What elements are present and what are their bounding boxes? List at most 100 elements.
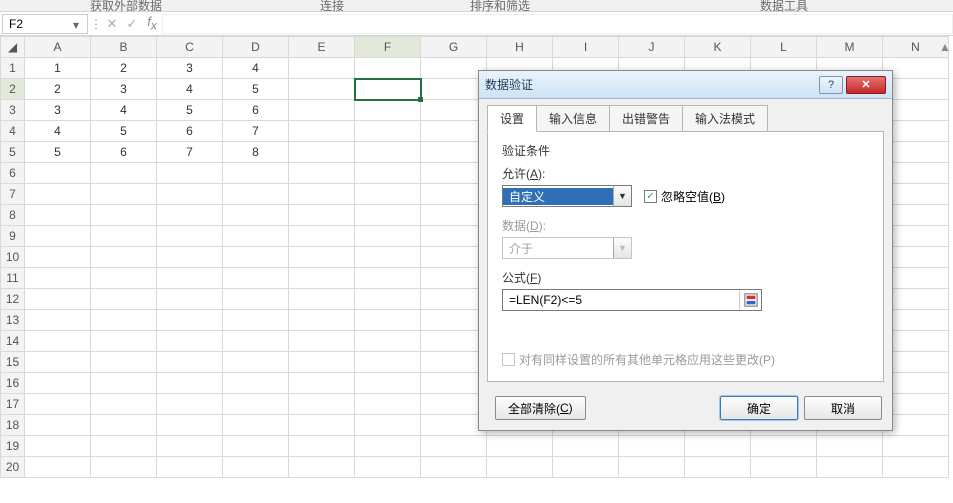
cell[interactable]: 4 [91,100,157,121]
row-header[interactable]: 12 [1,289,25,310]
cell[interactable]: 5 [157,100,223,121]
cell[interactable]: 6 [223,100,289,121]
help-button[interactable]: ? [819,76,843,94]
col-header[interactable]: H [487,37,553,58]
dialog-button-row: 全部清除(C) 确定 取消 [479,390,892,430]
cell[interactable]: 6 [157,121,223,142]
cell[interactable]: 1 [25,58,91,79]
tab-settings[interactable]: 设置 [487,105,537,132]
tab-error-alert[interactable]: 出错警告 [609,105,683,132]
tab-ime-mode[interactable]: 输入法模式 [682,105,768,132]
col-header[interactable]: M [817,37,883,58]
row-header[interactable]: 7 [1,184,25,205]
vertical-scrollbar[interactable]: ▲ [937,40,953,54]
row-header[interactable]: 4 [1,121,25,142]
col-header[interactable]: A [25,37,91,58]
col-header[interactable]: G [421,37,487,58]
formula-input[interactable]: =LEN(F2)<=5 [502,289,762,311]
cell[interactable]: 4 [223,58,289,79]
cell[interactable]: 2 [25,79,91,100]
cell[interactable] [289,142,355,163]
chevron-down-icon[interactable]: ▼ [613,186,631,206]
cell[interactable] [355,100,421,121]
cell[interactable] [355,121,421,142]
formula-bar-input[interactable] [162,14,953,34]
cell[interactable]: 6 [91,142,157,163]
cell[interactable]: 8 [223,142,289,163]
cell[interactable] [421,121,487,142]
row-header[interactable]: 2 [1,79,25,100]
allow-combo[interactable]: 自定义 ▼ [502,185,632,207]
row-header[interactable]: 3 [1,100,25,121]
row-header[interactable]: 5 [1,142,25,163]
col-header[interactable]: K [685,37,751,58]
data-value: 介于 [503,240,613,257]
select-all-cell[interactable]: ◢ [1,37,25,58]
col-header[interactable]: I [553,37,619,58]
tab-input-msg[interactable]: 输入信息 [536,105,610,132]
col-header[interactable]: D [223,37,289,58]
col-header[interactable]: J [619,37,685,58]
cell[interactable] [355,58,421,79]
cancel-button[interactable]: 取消 [804,396,882,420]
cell[interactable]: 7 [157,142,223,163]
row-header[interactable]: 6 [1,163,25,184]
cell[interactable] [289,100,355,121]
cell[interactable]: 3 [157,58,223,79]
close-button[interactable]: ✕ [846,76,886,94]
formula-bar-row: F2 ▾ ⋮ ✕ ✓ fx [0,12,953,36]
cell[interactable]: 5 [223,79,289,100]
row-header[interactable]: 17 [1,394,25,415]
ignore-blank-checkbox[interactable]: ✓ 忽略空值(B) [644,188,725,205]
cell[interactable]: 5 [91,121,157,142]
row-header[interactable]: 11 [1,268,25,289]
cell[interactable]: 3 [25,100,91,121]
dialog-title: 数据验证 [485,76,816,93]
cell[interactable]: 4 [25,121,91,142]
row-header[interactable]: 19 [1,436,25,457]
range-picker-icon[interactable] [739,290,761,310]
row-header[interactable]: 1 [1,58,25,79]
formula-value: =LEN(F2)<=5 [503,293,739,307]
ok-button[interactable]: 确定 [720,396,798,420]
cell[interactable]: 7 [223,121,289,142]
row-header[interactable]: 15 [1,352,25,373]
row-header[interactable]: 9 [1,226,25,247]
col-header[interactable]: F [355,37,421,58]
cell[interactable] [355,142,421,163]
cell[interactable]: 2 [91,58,157,79]
separator: ⋮ [90,17,102,31]
cell[interactable] [421,100,487,121]
active-cell[interactable] [355,79,421,100]
name-box[interactable]: F2 ▾ [2,14,88,34]
cell[interactable]: 4 [157,79,223,100]
cell[interactable]: 5 [25,142,91,163]
clear-all-button[interactable]: 全部清除(C) [495,396,586,420]
cell[interactable] [289,79,355,100]
col-header[interactable]: E [289,37,355,58]
col-header[interactable]: B [91,37,157,58]
col-header[interactable]: L [751,37,817,58]
row-header[interactable]: 13 [1,310,25,331]
scroll-up-icon[interactable]: ▲ [939,40,951,54]
cell[interactable] [421,142,487,163]
row-header[interactable]: 18 [1,415,25,436]
cell[interactable] [421,58,487,79]
cell[interactable]: 3 [91,79,157,100]
row-header[interactable]: 20 [1,457,25,478]
dialog-titlebar[interactable]: 数据验证 ? ✕ [479,71,892,99]
chevron-down-icon[interactable]: ▾ [73,18,85,30]
accept-formula-button[interactable]: ✓ [122,16,142,32]
cell[interactable] [289,58,355,79]
insert-function-button[interactable]: fx [142,14,162,33]
row-header[interactable]: 10 [1,247,25,268]
name-box-value: F2 [9,17,23,31]
row-header[interactable]: 14 [1,331,25,352]
cancel-formula-button[interactable]: ✕ [102,16,122,32]
ribbon-group-labels: 获取外部数据 连接 排序和筛选 数据工具 [0,0,953,12]
col-header[interactable]: C [157,37,223,58]
cell[interactable] [289,121,355,142]
row-header[interactable]: 8 [1,205,25,226]
row-header[interactable]: 16 [1,373,25,394]
cell[interactable] [421,79,487,100]
